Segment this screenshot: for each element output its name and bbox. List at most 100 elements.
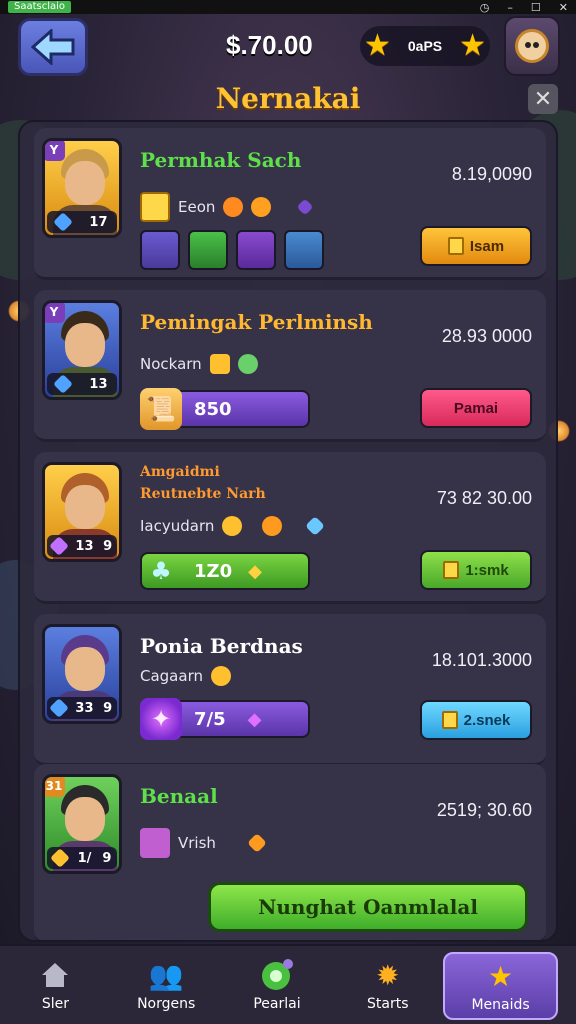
currency-counter[interactable]: ★ 0aPS ★	[360, 26, 490, 66]
nav-item-pearlai[interactable]: Pearlai	[222, 946, 333, 1024]
hero-subtitle-line: Iacyudarn	[140, 516, 326, 536]
bottom-nav: Sler 👥 Norgens Pearlai ✹ Starts ★ Menaid…	[0, 944, 576, 1024]
profile-button[interactable]	[504, 16, 560, 76]
gold-box-icon	[209, 354, 230, 374]
hero-score: 2519; 30.60	[436, 800, 532, 820]
hero-portrait: 31 1/9	[42, 774, 122, 874]
hero-name: Pemingak Perlminsh	[140, 310, 373, 334]
status-app-label: Saatsclaio	[8, 1, 72, 13]
magic-burst-icon: ✦	[140, 698, 182, 740]
hero-name: Permhak Sach	[140, 148, 302, 172]
gem-icon	[49, 848, 70, 868]
close-window-icon[interactable]: ✕	[559, 1, 568, 14]
badge-icon	[441, 711, 458, 729]
coin-icon	[210, 666, 231, 686]
item-slot-boots-icon[interactable]	[284, 230, 324, 270]
level-badge: 13	[47, 373, 117, 395]
chest-icon	[447, 237, 464, 255]
hero-title: Reutnebte Narh	[140, 486, 266, 502]
nav-item-home[interactable]: Sler	[0, 946, 111, 1024]
crystal-icon	[305, 516, 326, 536]
item-slot-armor-icon[interactable]	[188, 230, 228, 270]
avatar-icon	[515, 29, 549, 63]
item-slot-weapon-icon[interactable]	[140, 230, 180, 270]
hero-row[interactable]: Y 13 Pemingak Perlminsh Nockarn 28.93 00…	[34, 290, 546, 442]
gem-icon	[296, 198, 314, 216]
screen-title: Nernakai	[215, 82, 361, 115]
level-badge: 13 9	[47, 535, 117, 557]
rank-badge: Y	[45, 303, 65, 323]
fire-icon	[223, 197, 244, 217]
green-orb-icon	[260, 958, 294, 992]
leaf-icon	[237, 354, 258, 374]
hero-subtitle-line: Eeon	[140, 192, 314, 222]
coin-icon	[262, 516, 283, 536]
currency-value: 0aPS	[407, 38, 443, 54]
coin-balance: $.70.00	[226, 30, 313, 60]
hero-score: 8.19,0090	[451, 164, 532, 184]
star-cluster-icon: ✹	[376, 958, 400, 992]
hero-action-button[interactable]: 1:smk	[420, 550, 532, 590]
sparkle-icon: ◆	[248, 560, 262, 582]
hero-action-button[interactable]: 2.snek	[420, 700, 532, 740]
hero-list-panel: Y 17 Permhak Sach Eeon 8.19,0090 Isam Y …	[18, 120, 558, 942]
minimize-icon[interactable]: –	[507, 1, 513, 14]
hero-name: Ponia Berdnas	[140, 634, 303, 658]
back-button[interactable]	[18, 18, 88, 76]
gear-icon	[251, 197, 272, 217]
nav-item-menaids[interactable]: ★ Menaids	[443, 952, 558, 1020]
back-arrow-icon	[31, 29, 75, 65]
star-icon: ★	[488, 959, 514, 993]
scroll-icon: 📜	[140, 388, 182, 430]
item-slot-helmet-icon[interactable]	[236, 230, 276, 270]
hero-portrait: Y 17	[42, 138, 122, 238]
hero-subtitle-line: Nockarn	[140, 354, 258, 374]
status-bar: Saatsclaio ◷ – ☐ ✕	[0, 0, 576, 14]
close-button[interactable]: ✕	[528, 84, 558, 114]
gem-icon	[53, 212, 74, 232]
purple-gem-icon: ◆	[247, 708, 262, 730]
system-icons: ◷ – ☐ ✕	[480, 1, 568, 14]
level-badge: 33 9	[47, 697, 117, 719]
star-icon	[222, 516, 243, 536]
gem-icon	[48, 536, 69, 556]
star-add-icon[interactable]: ★	[459, 31, 486, 61]
hero-row[interactable]: 13 9 Amgaidmi Reutnebte Narh Iacyudarn 73…	[34, 452, 546, 604]
hero-score: 73 82 30.00	[436, 488, 532, 508]
gem-icon	[53, 374, 74, 394]
hero-row[interactable]: Y 17 Permhak Sach Eeon 8.19,0090 Isam	[34, 128, 546, 280]
badge-icon	[443, 561, 460, 579]
hero-name: Amgaidmi	[140, 464, 220, 480]
level-badge: 17	[47, 211, 117, 233]
hero-progress-bar: 📜 850	[140, 388, 310, 430]
diamond-chest-icon	[140, 192, 170, 222]
hero-portrait: Y 13	[42, 300, 122, 400]
item-slots	[140, 230, 324, 270]
potion-icon	[140, 828, 170, 858]
hero-score: 28.93 0000	[441, 326, 532, 346]
star-currency-icon: ★	[364, 28, 391, 63]
clover-icon: ♣	[150, 557, 172, 585]
nav-item-stats[interactable]: ✹ Starts	[332, 946, 443, 1024]
hero-progress-bar: ✦ 7/5 ◆	[140, 698, 310, 740]
top-bar: $.70.00 ★ 0aPS ★	[0, 14, 576, 80]
hero-row[interactable]: 33 9 Ponia Berdnas Cagaarn 18.101.3000 ✦ …	[34, 614, 546, 766]
close-icon: ✕	[533, 86, 553, 112]
confirm-big-button[interactable]: Nunghat Oanmlalal	[208, 882, 528, 932]
hero-progress-bar: ♣ 1Z0 ◆	[140, 552, 310, 590]
clock-icon: ◷	[479, 0, 490, 14]
rank-badge: 31	[45, 777, 65, 797]
rank-badge: Y	[45, 141, 65, 161]
people-icon: 👥	[148, 958, 184, 992]
hero-action-button[interactable]: Pamai	[420, 388, 532, 428]
house-icon	[38, 958, 72, 992]
hero-subtitle-line: Cagaarn	[140, 666, 231, 686]
hero-subtitle-line: Vrish	[140, 828, 267, 858]
amber-gem-icon	[247, 833, 267, 853]
hero-portrait: 13 9	[42, 462, 122, 562]
hero-action-button[interactable]: Isam	[420, 226, 532, 266]
hero-score: 18.101.3000	[431, 650, 532, 670]
maximize-icon[interactable]: ☐	[531, 1, 541, 14]
nav-item-heroes[interactable]: 👥 Norgens	[111, 946, 222, 1024]
hero-name: Benaal	[140, 784, 218, 808]
